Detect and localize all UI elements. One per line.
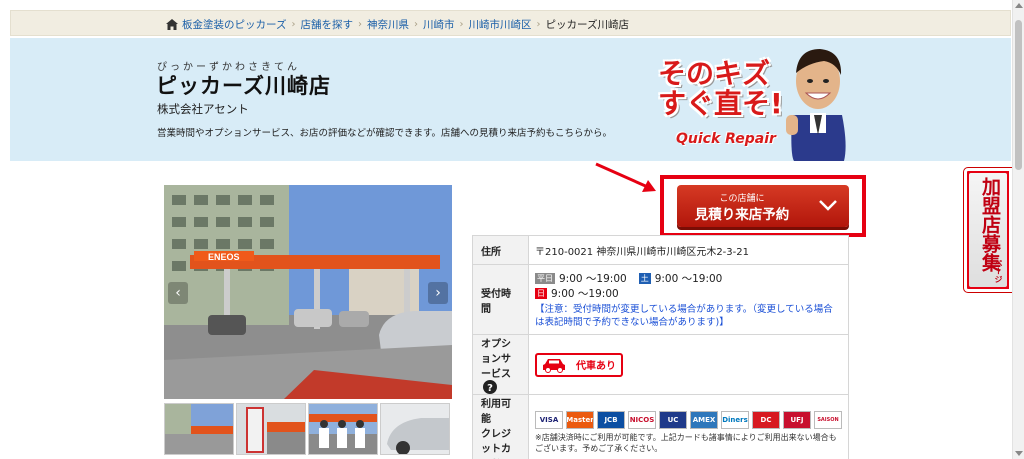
option-value: 代車あり — [576, 361, 616, 372]
credit-card-logos: VISA Master JCB NICOS UC AMEX Diners DC … — [535, 411, 842, 429]
station-sign: ENEOS — [208, 252, 240, 262]
breadcrumb-bar: 板金塗装のピッカーズ › 店舗を探す › 神奈川県 › 川崎市 › 川崎市川崎区 › ピッ… — [10, 10, 1011, 36]
recruit-tab-inner: 加盟店募集 ページ — [969, 173, 1007, 287]
thumbnail-2[interactable] — [236, 403, 306, 455]
breadcrumb-item[interactable]: 川崎市川崎区 › — [468, 17, 545, 32]
thumbnail-3[interactable] — [308, 403, 378, 455]
mascot-icon — [786, 49, 846, 161]
thumbnail-4[interactable] — [380, 403, 450, 455]
breadcrumb-separator-icon: › — [413, 18, 418, 30]
store-info-table: 住所 〒210-0021 神奈川県川崎市川崎区元木2-3-21 受付時間 平日 … — [472, 235, 849, 459]
amex-card-icon: AMEX — [690, 411, 718, 429]
hours-value: 平日 9:00 ～19:00 土 9:00 ～19:00 日 9:00 ～19:… — [528, 264, 849, 335]
breadcrumb-item[interactable]: 神奈川県 › — [367, 17, 423, 32]
nicos-card-icon: NICOS — [628, 411, 656, 429]
promo-slogan: そのキズ すぐ直そ! — [658, 59, 783, 119]
uc-card-icon: UC — [659, 411, 687, 429]
card-label-line1: 利用可能 — [481, 399, 511, 425]
ufj-card-icon: UFJ — [783, 411, 811, 429]
carousel-next-button[interactable]: › — [428, 282, 448, 304]
promo-slogan-line2: すぐ直そ! — [658, 87, 783, 120]
car-icon — [543, 358, 565, 373]
mastercard-icon: Master — [566, 411, 594, 429]
breadcrumb-item[interactable]: 板金塗装のピッカーズ › — [182, 17, 300, 32]
address-value: 〒210-0021 神奈川県川崎市川崎区元木2-3-21 — [528, 235, 849, 265]
promo-banner: そのキズ すぐ直そ! Quick Repair — [652, 45, 852, 161]
scrollbar[interactable] — [1012, 0, 1024, 459]
breadcrumb-separator-icon: › — [357, 18, 362, 30]
franchise-recruit-tab[interactable]: 加盟店募集 ページ — [964, 168, 1012, 292]
hours-notice: 【注意：受付時間が変更している場合があります。（変更している場合は表記時間で予約… — [535, 303, 833, 328]
hours-label: 受付時間 — [472, 264, 529, 335]
page-title: ピッカーズ川崎店 — [156, 74, 331, 98]
option-value-cell: 代車あり — [528, 334, 849, 395]
breadcrumb-link-home[interactable]: 板金塗装のピッカーズ — [182, 17, 286, 32]
breadcrumb-link-ward[interactable]: 川崎市川崎区 — [468, 17, 531, 32]
home-icon — [166, 18, 178, 30]
sunday-hours: 9:00 ～19:00 — [551, 287, 619, 300]
recruit-tab-label: 加盟店募集 — [979, 177, 1001, 272]
visa-card-icon: VISA — [535, 411, 563, 429]
breadcrumb-current: ピッカーズ川崎店 — [545, 17, 628, 32]
recruit-tab-sublabel: ページ — [994, 259, 1003, 283]
chevron-down-icon — [819, 200, 837, 211]
sunday-badge: 日 — [535, 287, 547, 299]
breadcrumb-current-label: ピッカーズ川崎店 — [545, 18, 629, 31]
saturday-hours: 9:00 ～19:00 — [654, 272, 723, 285]
promo-subtitle: Quick Repair — [676, 131, 776, 147]
address-label: 住所 — [472, 235, 529, 265]
weekday-badge: 平日 — [535, 272, 555, 284]
jcb-card-icon: JCB — [597, 411, 625, 429]
thumbnail-1[interactable] — [164, 403, 234, 455]
company-name: 株式会社アセント — [157, 102, 249, 116]
svg-text:?: ? — [487, 383, 493, 394]
saison-card-icon: SAISON — [814, 411, 842, 429]
dc-card-icon: DC — [752, 411, 780, 429]
breadcrumb-separator-icon: › — [459, 18, 464, 30]
card-note: ※店舗決済時にご利用が可能です。上記カードも諸事情によりご利用出来ない場合もござ… — [535, 433, 837, 453]
diners-card-icon: Diners — [721, 411, 749, 429]
saturday-badge: 土 — [638, 272, 651, 284]
breadcrumb-separator-icon: › — [291, 18, 296, 30]
annotation-arrow-icon — [595, 162, 656, 192]
scroll-down-icon[interactable] — [1015, 451, 1023, 456]
weekday-hours: 9:00 ～19:00 — [559, 272, 627, 285]
breadcrumb-link-city[interactable]: 川崎市 — [423, 17, 455, 32]
card-label-line2: クレジットカード — [481, 429, 511, 455]
loaner-car-badge[interactable]: 代車あり — [535, 352, 623, 377]
scrollbar-thumb[interactable] — [1015, 20, 1022, 170]
breadcrumb-link-find-store[interactable]: 店舗を探す — [300, 17, 353, 32]
table-row-options: オプションサービス ? 代車あり — [472, 334, 849, 395]
photo-thumbnails — [164, 403, 452, 455]
table-row-hours: 受付時間 平日 9:00 ～19:00 土 9:00 ～19:00 日 9:00… — [472, 264, 849, 335]
hours-sunday: 日 9:00 ～19:00 — [535, 286, 842, 301]
hero-description: 営業時間やオプションサービス、お店の評価などが確認できます。店舗への見積り来店予… — [157, 128, 613, 139]
table-row-address: 住所 〒210-0021 神奈川県川崎市川崎区元木2-3-21 — [472, 235, 849, 265]
table-row-credit-cards: 利用可能 クレジットカード VISA Master JCB NICOS UC A… — [472, 394, 849, 459]
reserve-button-label: 見積り来店予約 — [694, 207, 790, 223]
carousel-prev-button[interactable]: ‹ — [168, 282, 188, 304]
reserve-visit-button[interactable]: この店舗に 見積り来店予約 — [677, 185, 849, 227]
scroll-up-icon[interactable] — [1015, 3, 1023, 8]
promo-slogan-line1: そのキズ — [658, 57, 771, 90]
breadcrumb-item[interactable]: 店舗を探す › — [300, 17, 367, 32]
hours-weekday-saturday: 平日 9:00 ～19:00 土 9:00 ～19:00 — [535, 271, 842, 286]
card-value-cell: VISA Master JCB NICOS UC AMEX Diners DC … — [528, 394, 849, 459]
option-label-cell: オプションサービス ? — [472, 334, 529, 395]
page: 板金塗装のピッカーズ › 店舗を探す › 神奈川県 › 川崎市 › 川崎市川崎区 › ピッ… — [0, 0, 1024, 459]
card-label-cell: 利用可能 クレジットカード — [472, 394, 529, 459]
help-icon[interactable]: ? — [483, 380, 497, 394]
breadcrumb-separator-icon: › — [536, 18, 541, 30]
breadcrumb-item[interactable]: 川崎市 › — [423, 17, 469, 32]
gas-station-image: ENEOS — [164, 185, 452, 399]
breadcrumb: 板金塗装のピッカーズ › 店舗を探す › 神奈川県 › 川崎市 › 川崎市川崎区 › ピッ… — [166, 11, 629, 37]
store-photo-main: ENEOS — [164, 185, 452, 399]
breadcrumb-link-prefecture[interactable]: 神奈川県 — [367, 17, 409, 32]
option-label: オプションサービス — [481, 339, 511, 380]
